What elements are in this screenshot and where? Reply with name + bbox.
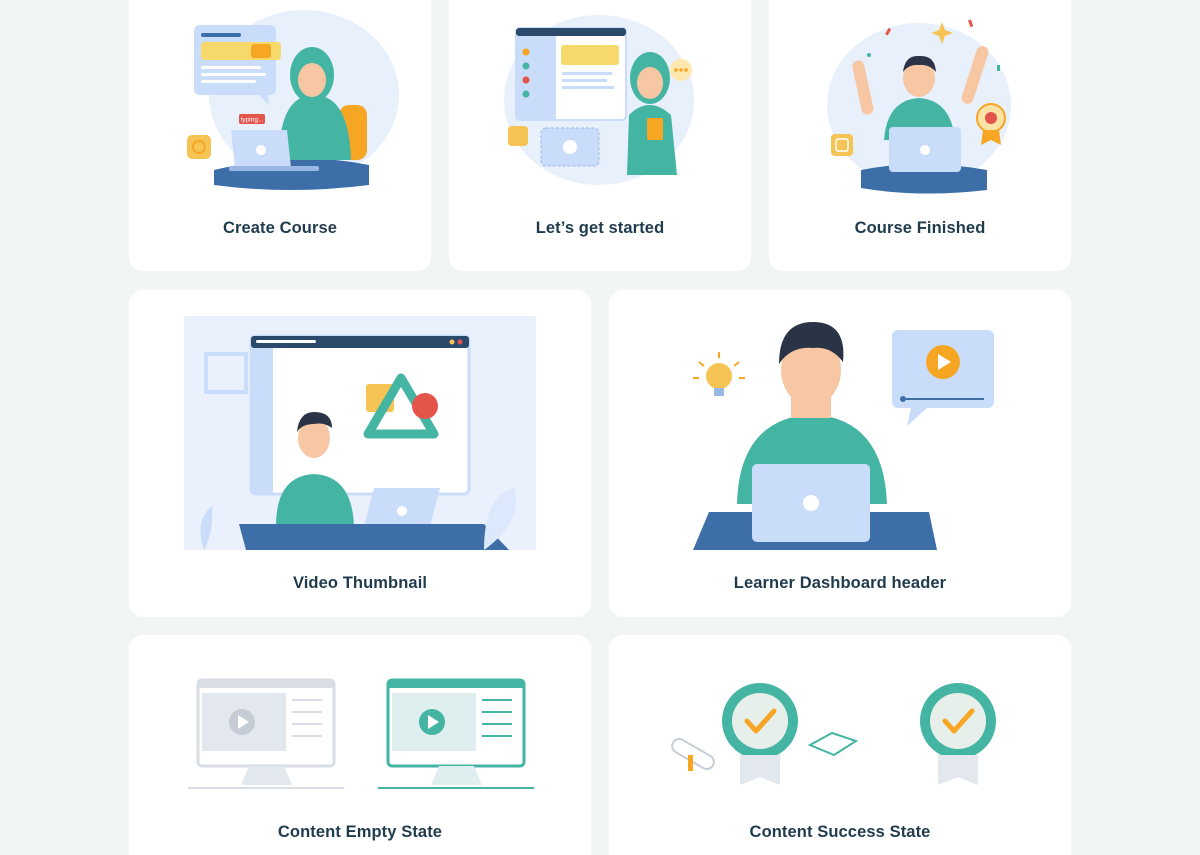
create-course-illustration: typing... [187,10,399,190]
content-empty-state-illustration [188,678,534,789]
card-content-success-state[interactable]: Content Success State [609,635,1071,855]
video-thumbnail-illustration [184,316,536,550]
learner-dashboard-illustration [693,322,994,550]
typing-badge: typing... [241,117,264,124]
card-create-course[interactable]: typing... Create Course [129,0,431,271]
card-learner-dashboard-header[interactable]: Learner Dashboard header [609,290,1071,617]
lets-get-started-illustration [504,15,694,185]
card-title: Course Finished [854,219,986,237]
course-finished-illustration [827,19,1011,194]
card-title: Let’s get started [535,219,665,237]
card-content-empty-state[interactable]: Content Empty State [129,635,591,855]
card-lets-get-started[interactable]: Let’s get started [449,0,751,271]
card-title: Video Thumbnail [292,574,428,592]
card-title: Content Success State [749,823,931,841]
content-success-state-illustration [671,683,996,785]
card-title: Content Empty State [277,823,443,841]
card-course-finished[interactable]: Course Finished [769,0,1071,271]
card-title: Create Course [222,219,338,237]
card-title: Learner Dashboard header [733,574,947,592]
card-video-thumbnail[interactable]: Video Thumbnail [129,290,591,617]
